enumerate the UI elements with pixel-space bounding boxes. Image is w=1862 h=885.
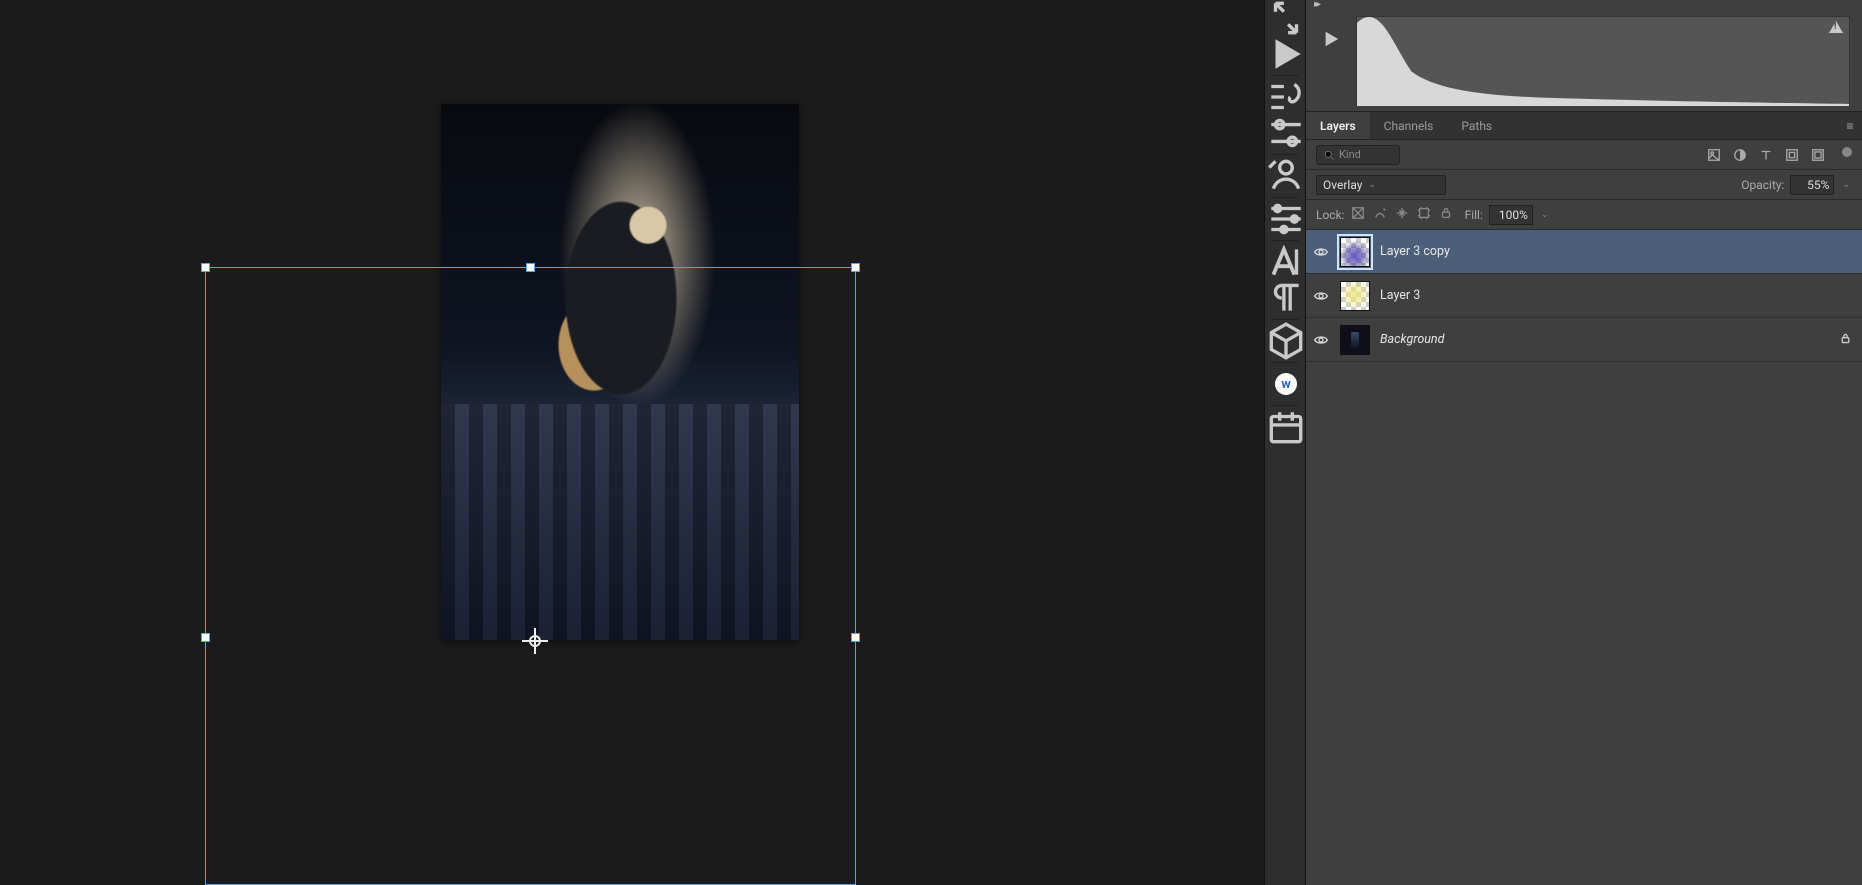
opacity-input[interactable]: 55% bbox=[1790, 175, 1834, 195]
layers-list[interactable]: Layer 3 copy Layer 3 Background bbox=[1306, 230, 1862, 885]
tab-paths[interactable]: Paths bbox=[1447, 112, 1506, 139]
transform-handle-middle-left[interactable] bbox=[201, 633, 210, 642]
transform-handle-top-right[interactable] bbox=[851, 263, 860, 272]
transform-handle-middle-right[interactable] bbox=[851, 633, 860, 642]
opacity-chevron-icon[interactable]: ⌄ bbox=[1840, 180, 1852, 190]
cube-3d-icon[interactable] bbox=[1265, 323, 1307, 359]
blend-mode-dropdown[interactable]: Overlay ⌄ bbox=[1316, 175, 1446, 195]
character-icon[interactable] bbox=[1265, 244, 1307, 280]
layer-thumbnail[interactable] bbox=[1340, 325, 1370, 355]
layer-row[interactable]: Background bbox=[1306, 318, 1862, 362]
filter-type-icon[interactable] bbox=[1758, 147, 1774, 163]
histogram-warning-icon[interactable] bbox=[1829, 21, 1843, 33]
lock-all-icon[interactable] bbox=[1439, 206, 1453, 223]
tab-channels[interactable]: Channels bbox=[1370, 112, 1448, 139]
panel-tabs: Layers Channels Paths ≡ bbox=[1306, 112, 1862, 140]
layer-name[interactable]: Layer 3 bbox=[1380, 288, 1420, 303]
histogram-panel bbox=[1306, 10, 1862, 112]
filter-smart-icon[interactable] bbox=[1810, 147, 1826, 163]
filter-shape-icon[interactable] bbox=[1784, 147, 1800, 163]
blend-mode-row: Overlay ⌄ Opacity: 55% ⌄ bbox=[1306, 170, 1862, 200]
layer-name[interactable]: Background bbox=[1380, 332, 1444, 347]
filter-adjustment-icon[interactable] bbox=[1732, 147, 1748, 163]
web-badge-icon[interactable]: w bbox=[1265, 366, 1307, 402]
layer-name[interactable]: Layer 3 copy bbox=[1380, 244, 1450, 259]
filter-toggle-icon[interactable] bbox=[1842, 147, 1852, 157]
sliders-icon[interactable] bbox=[1265, 115, 1307, 151]
layer-visibility-icon[interactable] bbox=[1306, 332, 1336, 348]
play-icon[interactable] bbox=[1265, 36, 1307, 72]
lock-artboard-icon[interactable] bbox=[1417, 206, 1431, 223]
chevron-down-icon: ⌄ bbox=[1368, 180, 1376, 190]
fill-chevron-icon[interactable]: ⌄ bbox=[1539, 210, 1551, 220]
calendar-icon[interactable] bbox=[1265, 409, 1307, 445]
lock-pixels-icon[interactable] bbox=[1373, 206, 1387, 223]
opacity-label: Opacity: bbox=[1741, 178, 1784, 192]
right-panels: ▸▸ Layers Channels Paths ≡ Kind bbox=[1306, 0, 1862, 885]
layer-row[interactable]: Layer 3 copy bbox=[1306, 230, 1862, 274]
layer-visibility-icon[interactable] bbox=[1306, 288, 1336, 304]
histogram-header: ▸▸ bbox=[1306, 0, 1862, 10]
lock-label: Lock: bbox=[1316, 208, 1345, 222]
canvas-area[interactable] bbox=[0, 0, 1264, 885]
histogram-play-icon[interactable] bbox=[1318, 30, 1344, 48]
lock-transparency-icon[interactable] bbox=[1351, 206, 1365, 223]
filter-pixel-icon[interactable] bbox=[1706, 147, 1722, 163]
panel-dock: w bbox=[1264, 0, 1306, 885]
brush-list-icon[interactable] bbox=[1265, 79, 1307, 115]
layer-lock-icon[interactable] bbox=[1839, 330, 1852, 349]
filter-kind-dropdown[interactable]: Kind bbox=[1316, 145, 1400, 165]
histogram-graph[interactable] bbox=[1356, 16, 1850, 106]
clone-source-icon[interactable] bbox=[1265, 158, 1307, 194]
blend-mode-value: Overlay bbox=[1323, 178, 1362, 192]
collapse-arrows-icon[interactable]: ▸▸ bbox=[1314, 0, 1318, 10]
layer-visibility-icon[interactable] bbox=[1306, 244, 1336, 260]
layer-thumbnail[interactable] bbox=[1340, 237, 1370, 267]
transform-handle-top-left[interactable] bbox=[201, 263, 210, 272]
fill-input[interactable]: 100% bbox=[1489, 205, 1533, 225]
layer-filter-row: Kind bbox=[1306, 140, 1862, 170]
layer-row[interactable]: Layer 3 bbox=[1306, 274, 1862, 318]
lock-row: Lock: Fill: 100% ⌄ bbox=[1306, 200, 1862, 230]
expand-arrows-icon[interactable] bbox=[1265, 0, 1307, 36]
panel-menu-icon[interactable]: ≡ bbox=[1838, 119, 1862, 133]
filter-kind-label: Kind bbox=[1339, 148, 1361, 161]
transform-pivot-icon[interactable] bbox=[526, 632, 544, 650]
transform-bounding-box[interactable] bbox=[205, 267, 856, 885]
adjustments-icon[interactable] bbox=[1265, 201, 1307, 237]
lock-position-icon[interactable] bbox=[1395, 206, 1409, 223]
paragraph-icon[interactable] bbox=[1265, 280, 1307, 316]
layer-thumbnail[interactable] bbox=[1340, 281, 1370, 311]
fill-label: Fill: bbox=[1465, 208, 1483, 222]
transform-handle-top-middle[interactable] bbox=[526, 263, 535, 272]
tab-layers[interactable]: Layers bbox=[1306, 112, 1370, 139]
